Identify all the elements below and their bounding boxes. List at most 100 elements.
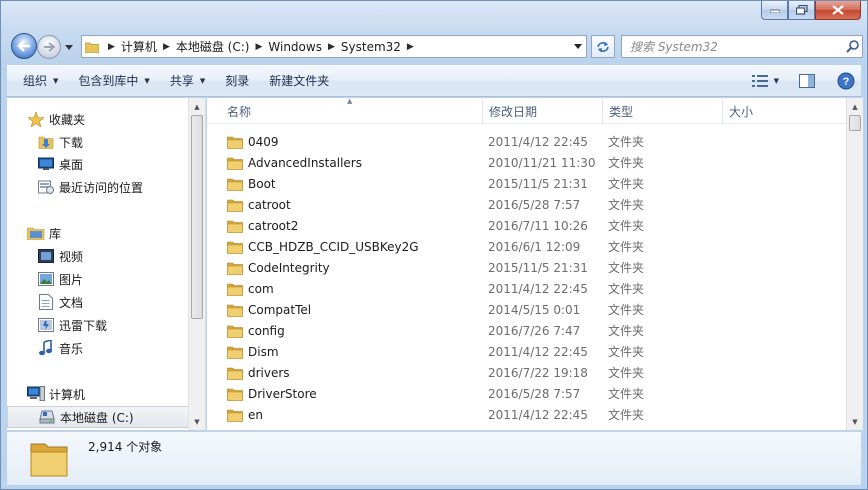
nav-downloads[interactable]: 下载 <box>37 131 83 153</box>
maximize-button[interactable] <box>788 1 815 20</box>
table-row[interactable]: en 2011/4/12 22:45 文件夹 <box>207 404 846 425</box>
nav-documents[interactable]: 文档 <box>37 291 83 313</box>
table-row[interactable]: drivers 2016/7/22 19:18 文件夹 <box>207 362 846 383</box>
nav-videos-label: 视频 <box>59 249 84 264</box>
column-header-name[interactable]: 名称 <box>221 98 483 124</box>
column-header-modified[interactable]: 修改日期 <box>483 98 603 124</box>
star-icon <box>27 110 45 128</box>
restore-icon <box>795 5 808 15</box>
navigation-bar: ▶ 计算机 ▶ 本地磁盘 (C:) ▶ Windows ▶ System32 ▶… <box>7 31 863 61</box>
file-name[interactable]: en <box>227 407 263 423</box>
scroll-down-icon[interactable]: ▼ <box>847 413 863 430</box>
table-row[interactable]: 0409 2011/4/12 22:45 文件夹 <box>207 131 846 152</box>
preview-pane-button[interactable] <box>793 69 821 93</box>
folder-icon <box>227 176 245 192</box>
file-name[interactable]: Dism <box>227 344 279 360</box>
nav-scrollbar[interactable]: ▲ ▼ <box>188 98 205 430</box>
folder-icon <box>227 281 245 297</box>
nav-pictures-label: 图片 <box>59 272 84 287</box>
include-in-library-button[interactable]: 包含到库中 ▼ <box>68 68 159 94</box>
table-row[interactable]: CCB_HDZB_CCID_USBKey2G 2016/6/1 12:09 文件夹 <box>207 236 846 257</box>
organize-button[interactable]: 组织 ▼ <box>13 68 68 94</box>
file-name[interactable]: DriverStore <box>227 386 317 402</box>
nav-videos[interactable]: 视频 <box>37 245 83 267</box>
chevron-down-icon <box>574 44 582 49</box>
file-name[interactable]: CompatTel <box>227 302 311 318</box>
search-input[interactable]: 搜索 System32 <box>630 38 842 55</box>
folder-icon <box>227 239 245 255</box>
table-row[interactable]: CodeIntegrity 2015/11/5 21:31 文件夹 <box>207 257 846 278</box>
file-name[interactable]: AdvancedInstallers <box>227 155 362 171</box>
table-row[interactable]: AdvancedInstallers 2010/11/21 11:30 文件夹 <box>207 152 846 173</box>
table-row[interactable]: catroot 2016/5/28 7:57 文件夹 <box>207 194 846 215</box>
nav-thunder-downloads[interactable]: 迅雷下载 <box>37 314 107 336</box>
file-name[interactable] <box>227 428 248 431</box>
minimize-button[interactable] <box>761 1 788 20</box>
file-name[interactable]: CCB_HDZB_CCID_USBKey2G <box>227 239 419 255</box>
nav-local-disk[interactable]: 本地磁盘 (C:) <box>7 406 189 428</box>
file-name[interactable]: 0409 <box>227 134 279 150</box>
breadcrumb-computer[interactable]: 计算机 <box>121 36 157 57</box>
nav-downloads-label: 下载 <box>59 135 84 150</box>
nav-favorites[interactable]: 收藏夹 <box>27 108 85 130</box>
breadcrumb-separator[interactable]: ▶ <box>249 36 268 57</box>
nav-local-disk-label: 本地磁盘 (C:) <box>60 410 134 425</box>
file-name[interactable]: com <box>227 281 274 297</box>
file-date: 2015/11/5 21:31 <box>488 176 588 191</box>
search-icon[interactable] <box>842 40 862 53</box>
recent-pages-button[interactable] <box>63 40 75 54</box>
nav-music[interactable]: 音乐 <box>37 337 83 359</box>
table-row[interactable]: config 2016/7/26 7:47 文件夹 <box>207 320 846 341</box>
search-box[interactable]: 搜索 System32 <box>621 35 863 58</box>
breadcrumb-separator[interactable]: ▶ <box>401 36 420 57</box>
share-button[interactable]: 共享 ▼ <box>160 68 215 94</box>
file-list: ▲ 名称 修改日期 类型 大小 0409 2011/4/12 22:45 文件夹 Ad… <box>207 98 863 430</box>
close-button[interactable] <box>815 1 861 20</box>
nav-libraries[interactable]: 库 <box>27 222 61 244</box>
nav-scrollbar-thumb[interactable] <box>191 115 203 319</box>
file-name[interactable]: catroot <box>227 197 291 213</box>
file-date: 2016/5/28 7:57 <box>488 386 581 401</box>
breadcrumb-separator[interactable]: ▶ <box>102 36 121 57</box>
breadcrumb-separator[interactable]: ▶ <box>322 36 341 57</box>
scroll-up-icon[interactable]: ▲ <box>189 98 205 115</box>
address-bar[interactable]: ▶ 计算机 ▶ 本地磁盘 (C:) ▶ Windows ▶ System32 ▶ <box>81 35 587 58</box>
file-name-text: drivers <box>248 365 290 380</box>
file-type: 文件夹 <box>608 324 645 338</box>
help-button[interactable]: ? <box>831 69 861 93</box>
breadcrumb-windows[interactable]: Windows <box>268 36 322 57</box>
forward-button[interactable] <box>37 35 61 59</box>
new-folder-button[interactable]: 新建文件夹 <box>259 68 339 94</box>
scroll-up-icon[interactable]: ▲ <box>847 98 863 115</box>
column-header-size[interactable]: 大小 <box>723 98 843 124</box>
breadcrumb-separator[interactable]: ▶ <box>157 36 176 57</box>
table-row[interactable]: com 2011/4/12 22:45 文件夹 <box>207 278 846 299</box>
burn-button[interactable]: 刻录 <box>215 68 259 94</box>
table-row-partial[interactable] <box>207 425 846 430</box>
table-row[interactable]: DriverStore 2016/5/28 7:57 文件夹 <box>207 383 846 404</box>
scroll-down-icon[interactable]: ▼ <box>189 413 205 430</box>
back-button[interactable] <box>11 33 37 59</box>
file-name[interactable]: config <box>227 323 285 339</box>
file-name[interactable]: CodeIntegrity <box>227 260 330 276</box>
table-row[interactable]: catroot2 2016/7/11 10:26 文件夹 <box>207 215 846 236</box>
folder-icon <box>227 260 245 276</box>
address-dropdown-button[interactable] <box>570 36 586 57</box>
file-list-scrollbar-thumb[interactable] <box>849 115 861 131</box>
refresh-button[interactable] <box>591 35 615 58</box>
breadcrumb-system32[interactable]: System32 <box>341 36 401 57</box>
file-name[interactable]: drivers <box>227 365 290 381</box>
change-view-button[interactable]: ▼ <box>746 69 785 93</box>
table-row[interactable]: Dism 2011/4/12 22:45 文件夹 <box>207 341 846 362</box>
file-name[interactable]: catroot2 <box>227 218 298 234</box>
column-header-type[interactable]: 类型 <box>603 98 723 124</box>
file-list-scrollbar[interactable]: ▲ ▼ <box>846 98 863 430</box>
nav-pictures[interactable]: 图片 <box>37 268 83 290</box>
file-name[interactable]: Boot <box>227 176 276 192</box>
table-row[interactable]: Boot 2015/11/5 21:31 文件夹 <box>207 173 846 194</box>
table-row[interactable]: CompatTel 2014/5/15 0:01 文件夹 <box>207 299 846 320</box>
nav-recent-places[interactable]: 最近访问的位置 <box>37 176 143 198</box>
breadcrumb-local-disk[interactable]: 本地磁盘 (C:) <box>176 36 250 57</box>
nav-desktop[interactable]: 桌面 <box>37 153 83 175</box>
nav-computer[interactable]: 计算机 <box>27 383 85 405</box>
